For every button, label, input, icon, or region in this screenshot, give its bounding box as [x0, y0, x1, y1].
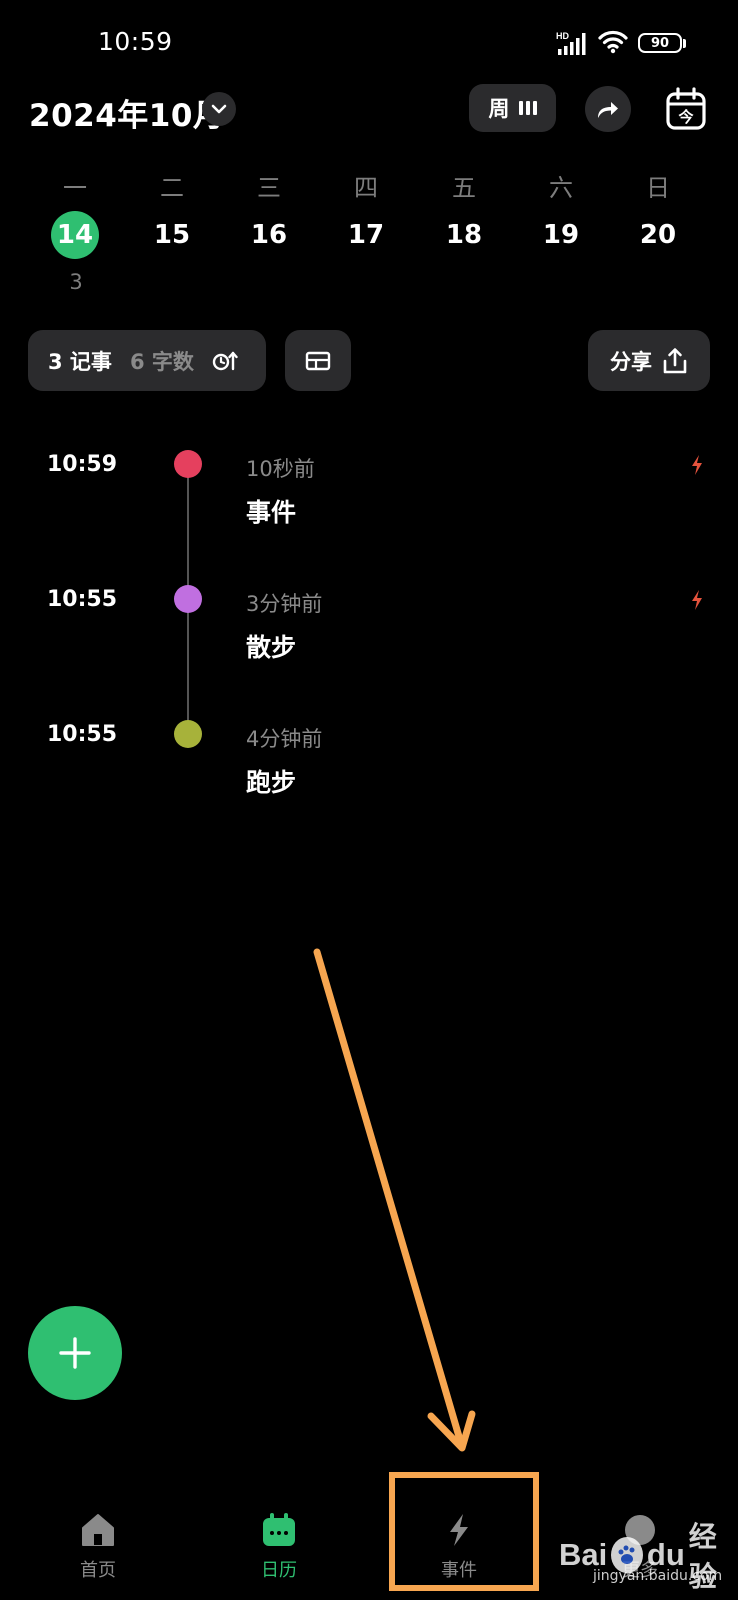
- month-dropdown-button[interactable]: [202, 92, 236, 126]
- tab-home-label: 首页: [80, 1560, 116, 1581]
- words-count: 6 字数: [129, 349, 194, 374]
- share-button[interactable]: 分享: [588, 330, 710, 391]
- layout-button[interactable]: [285, 330, 351, 391]
- date-selected[interactable]: 14: [51, 211, 99, 259]
- event-title[interactable]: 散步: [246, 628, 296, 664]
- forward-arrow-icon: [598, 102, 618, 118]
- event-relative-time: 10秒前: [246, 457, 315, 481]
- share-label: 分享: [610, 349, 652, 374]
- event-time: 10:59: [47, 452, 118, 477]
- today-calendar-icon[interactable]: 今: [664, 86, 708, 132]
- event-dot: [174, 720, 202, 748]
- event-dot: [174, 450, 202, 478]
- week-view-icon: [518, 101, 537, 115]
- event-title[interactable]: 跑步: [246, 763, 296, 799]
- date-cell[interactable]: 20: [628, 211, 688, 259]
- date-cell[interactable]: 16: [239, 211, 299, 259]
- date-cell[interactable]: 17: [336, 211, 396, 259]
- tab-calendar[interactable]: 日历: [229, 1510, 329, 1582]
- home-icon: [78, 1510, 118, 1550]
- event-relative-time: 4分钟前: [246, 727, 323, 751]
- event-time: 10:55: [47, 587, 118, 612]
- watermark-url: jingyan.baidu.com: [593, 1568, 723, 1584]
- month-title[interactable]: 2024年10月: [29, 90, 224, 135]
- event-dot: [174, 585, 202, 613]
- notes-count: 3 记事: [48, 349, 112, 374]
- weekday-label: 四: [354, 174, 378, 202]
- layout-icon: [305, 351, 331, 370]
- view-toggle-label: 周: [488, 97, 510, 121]
- weekday-label: 一: [63, 174, 87, 202]
- date-cell[interactable]: 18: [434, 211, 494, 259]
- tab-calendar-label: 日历: [261, 1560, 297, 1581]
- date-cell[interactable]: 15: [142, 211, 202, 259]
- weekday-label: 日: [646, 174, 670, 202]
- battery-icon: 90: [638, 33, 682, 53]
- date-cell[interactable]: 19: [531, 211, 591, 259]
- svg-text:今: 今: [677, 108, 693, 126]
- weekday-label: 二: [160, 174, 184, 202]
- weekday-label: 三: [257, 174, 281, 202]
- battery-level: 90: [650, 35, 670, 51]
- bolt-icon: [692, 590, 702, 610]
- battery-tip: [683, 39, 686, 48]
- tab-home[interactable]: 首页: [48, 1510, 148, 1582]
- network-label: HD: [556, 31, 569, 41]
- signal-icon: HD: [556, 31, 586, 55]
- stats-pill[interactable]: 3 记事 6 字数: [28, 330, 266, 391]
- share-icon: [663, 347, 687, 373]
- view-toggle-button[interactable]: 周: [469, 84, 556, 132]
- sort-time-icon[interactable]: [212, 350, 238, 372]
- event-time: 10:55: [47, 722, 118, 747]
- add-event-button[interactable]: [28, 1306, 122, 1400]
- calendar-icon: [259, 1510, 299, 1550]
- wifi-icon: [598, 30, 628, 54]
- annotation-highlight-box: [389, 1472, 539, 1591]
- plus-icon: [59, 1337, 91, 1369]
- weekday-label: 六: [549, 174, 573, 202]
- status-time: 10:59: [98, 27, 173, 56]
- event-title[interactable]: 事件: [246, 493, 296, 529]
- weekday-label: 五: [452, 174, 476, 202]
- bolt-icon: [692, 455, 702, 475]
- chevron-down-icon: [211, 104, 227, 114]
- event-relative-time: 3分钟前: [246, 592, 323, 616]
- forward-button[interactable]: [585, 86, 631, 132]
- selected-day-count: 3: [69, 270, 83, 294]
